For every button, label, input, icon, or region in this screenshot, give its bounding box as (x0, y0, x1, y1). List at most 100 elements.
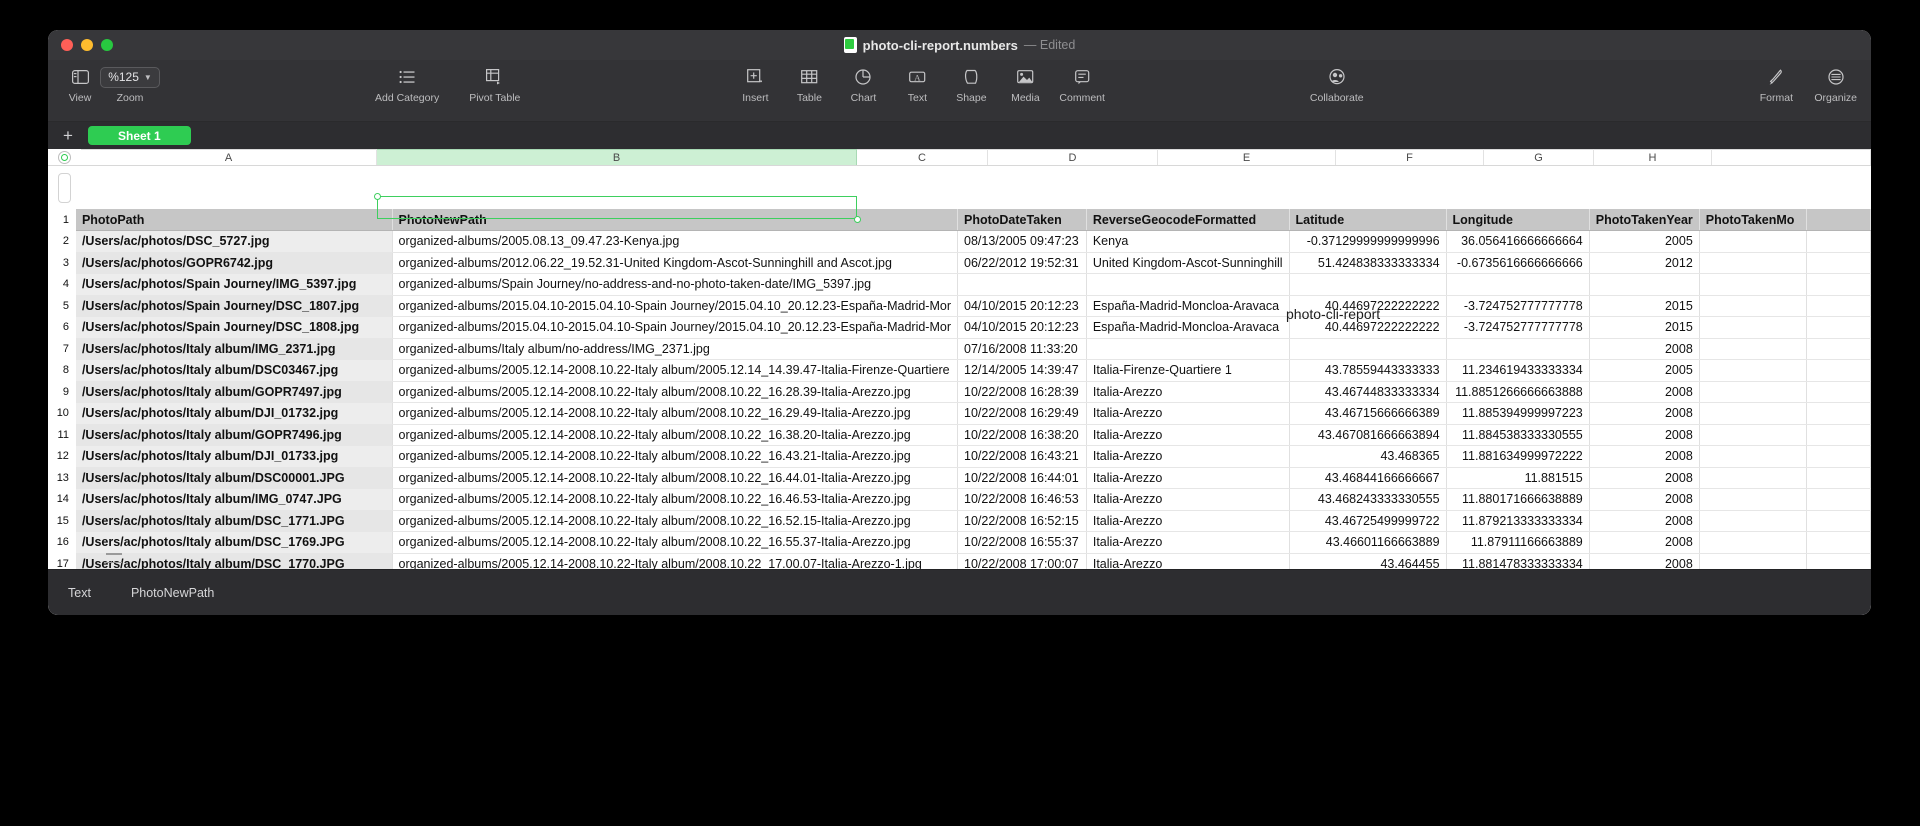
media-button[interactable]: Media (1005, 60, 1045, 104)
row-number[interactable]: 15 (48, 510, 76, 532)
table-cell[interactable]: Italia-Arezzo (1086, 381, 1289, 403)
table-cell[interactable]: organized-albums/Spain Journey/no-addres… (392, 274, 957, 296)
table-cell[interactable] (1699, 510, 1806, 532)
table-cell[interactable]: United Kingdom-Ascot-Sunninghill (1086, 252, 1289, 274)
table-cell[interactable]: 11.879213333333334 (1446, 510, 1589, 532)
column-header-h[interactable]: H (1594, 149, 1712, 165)
table-cell[interactable]: 10/22/2008 16:38:20 (958, 424, 1087, 446)
column-header-cell[interactable]: PhotoDateTaken (958, 209, 1087, 231)
table-cell[interactable]: 10/22/2008 16:55:37 (958, 532, 1087, 554)
row-number[interactable]: 8 (48, 360, 76, 382)
table-row[interactable]: 10/Users/ac/photos/Italy album/DJI_01732… (48, 403, 1871, 425)
table-button[interactable]: Table (789, 60, 829, 104)
table-cell[interactable] (1807, 252, 1871, 274)
table-cell[interactable]: Italia-Arezzo (1086, 467, 1289, 489)
column-header-cell[interactable]: PhotoNewPath (392, 209, 957, 231)
maximize-button[interactable] (101, 39, 113, 51)
table-resize-handle[interactable] (106, 553, 122, 563)
table-cell[interactable]: /Users/ac/photos/Italy album/DSC00001.JP… (76, 467, 392, 489)
close-button[interactable] (61, 39, 73, 51)
table-cell[interactable] (1807, 424, 1871, 446)
table-row[interactable]: 2/Users/ac/photos/DSC_5727.jpgorganized-… (48, 231, 1871, 253)
table-cell[interactable]: 43.468243333330555 (1289, 489, 1446, 511)
table-cell[interactable]: /Users/ac/photos/Italy album/DSC_1771.JP… (76, 510, 392, 532)
table-cell[interactable]: /Users/ac/photos/GOPR6742.jpg (76, 252, 392, 274)
column-header-cell[interactable]: Latitude (1289, 209, 1446, 231)
column-header-g[interactable]: G (1484, 149, 1594, 165)
table-cell[interactable]: /Users/ac/photos/Italy album/DJI_01732.j… (76, 403, 392, 425)
table-cell[interactable]: 08/13/2005 09:47:23 (958, 231, 1087, 253)
table-cell[interactable] (1699, 489, 1806, 511)
table-cell[interactable]: -0.6735616666666666 (1446, 252, 1589, 274)
table-cell[interactable] (958, 274, 1087, 296)
table-cell[interactable]: Italia-Arezzo (1086, 532, 1289, 554)
organize-button[interactable]: Organize (1814, 60, 1857, 104)
table-cell[interactable] (1699, 446, 1806, 468)
table-cell[interactable]: 04/10/2015 20:12:23 (958, 295, 1087, 317)
column-header-d[interactable]: D (988, 149, 1158, 165)
table-cell[interactable]: 10/22/2008 16:29:49 (958, 403, 1087, 425)
table-cell[interactable]: 07/16/2008 11:33:20 (958, 338, 1087, 360)
table-cell[interactable]: 2005 (1589, 360, 1699, 382)
table-cell[interactable]: /Users/ac/photos/Italy album/DSC03467.jp… (76, 360, 392, 382)
column-header-a[interactable]: A (81, 149, 377, 165)
table-cell[interactable]: 43.46601166663889 (1289, 532, 1446, 554)
table-cell[interactable] (1807, 381, 1871, 403)
table-cell[interactable] (1807, 489, 1871, 511)
table-cell[interactable]: /Users/ac/photos/Italy album/IMG_2371.jp… (76, 338, 392, 360)
zoom-control[interactable]: %125 ▼ Zoom (100, 60, 160, 104)
table-cell[interactable]: /Users/ac/photos/Spain Journey/DSC_1807.… (76, 295, 392, 317)
add-sheet-button[interactable]: + (58, 126, 78, 146)
table-cell[interactable]: 2005 (1589, 231, 1699, 253)
row-number[interactable]: 13 (48, 467, 76, 489)
table-cell[interactable] (1086, 338, 1289, 360)
table-cell[interactable]: 2015 (1589, 295, 1699, 317)
comment-button[interactable]: Comment (1059, 60, 1105, 104)
table-cell[interactable]: 43.468365 (1289, 446, 1446, 468)
table-cell[interactable] (1699, 532, 1806, 554)
table-row[interactable]: 16/Users/ac/photos/Italy album/DSC_1769.… (48, 532, 1871, 554)
table-cell[interactable]: 10/22/2008 16:44:01 (958, 467, 1087, 489)
table-cell[interactable]: organized-albums/2005.12.14-2008.10.22-I… (392, 381, 957, 403)
table-cell[interactable]: organized-albums/2012.06.22_19.52.31-Uni… (392, 252, 957, 274)
table-cell[interactable]: -3.724752777777778 (1446, 317, 1589, 339)
table-cell[interactable]: 43.46715666666389 (1289, 403, 1446, 425)
table-cell[interactable]: 10/22/2008 16:52:15 (958, 510, 1087, 532)
row-number[interactable]: 3 (48, 252, 76, 274)
table-row[interactable]: 12/Users/ac/photos/Italy album/DJI_01733… (48, 446, 1871, 468)
table-cell[interactable]: Italia-Arezzo (1086, 424, 1289, 446)
table-cell[interactable]: Italia-Arezzo (1086, 446, 1289, 468)
table-cell[interactable]: Italia-Firenze-Quartiere 1 (1086, 360, 1289, 382)
table-cell[interactable] (1699, 274, 1806, 296)
column-header-f[interactable]: F (1336, 149, 1484, 165)
table-cell[interactable]: 11.885394999997223 (1446, 403, 1589, 425)
table-cell[interactable] (1807, 317, 1871, 339)
table-cell[interactable]: 11.881634999972222 (1446, 446, 1589, 468)
table-cell[interactable]: organized-albums/2005.12.14-2008.10.22-I… (392, 446, 957, 468)
row-number[interactable]: 11 (48, 424, 76, 446)
table-row[interactable]: 7/Users/ac/photos/Italy album/IMG_2371.j… (48, 338, 1871, 360)
row-number[interactable]: 12 (48, 446, 76, 468)
format-button[interactable]: Format (1756, 60, 1796, 104)
table-row[interactable]: 14/Users/ac/photos/Italy album/IMG_0747.… (48, 489, 1871, 511)
table-cell[interactable] (1807, 274, 1871, 296)
table-cell[interactable] (1807, 360, 1871, 382)
table-cell[interactable]: /Users/ac/photos/Spain Journey/IMG_5397.… (76, 274, 392, 296)
table-cell[interactable]: 43.46844166666667 (1289, 467, 1446, 489)
table-cell[interactable]: /Users/ac/photos/Italy album/DJI_01733.j… (76, 446, 392, 468)
add-category-button[interactable]: Add Category (375, 60, 439, 104)
row-number[interactable]: 9 (48, 381, 76, 403)
column-header-b[interactable]: B (377, 149, 857, 165)
table-row[interactable]: 5/Users/ac/photos/Spain Journey/DSC_1807… (48, 295, 1871, 317)
table-cell[interactable] (1289, 274, 1446, 296)
table-cell[interactable]: 10/22/2008 16:43:21 (958, 446, 1087, 468)
table-cell[interactable]: 43.78559443333333 (1289, 360, 1446, 382)
table-cell[interactable]: organized-albums/2005.08.13_09.47.23-Ken… (392, 231, 957, 253)
table-cell[interactable]: 2008 (1589, 424, 1699, 446)
column-header-e[interactable]: E (1158, 149, 1336, 165)
row-number[interactable]: 16 (48, 532, 76, 554)
table-cell[interactable]: 43.46725499999722 (1289, 510, 1446, 532)
table-cell[interactable]: 36.056416666666664 (1446, 231, 1589, 253)
table-cell[interactable]: -3.724752777777778 (1446, 295, 1589, 317)
row-handle[interactable] (58, 173, 71, 203)
